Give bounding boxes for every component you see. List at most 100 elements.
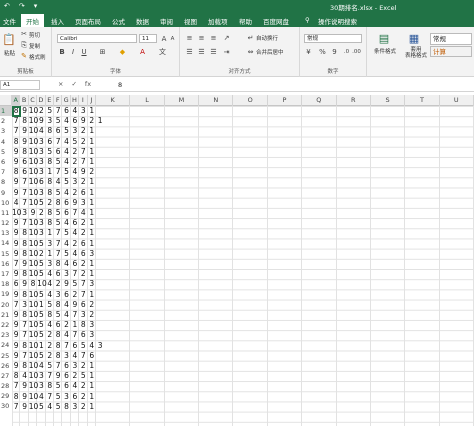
cell[interactable]: 7: [54, 239, 62, 249]
cell[interactable]: 6: [12, 279, 20, 289]
cell[interactable]: 5: [37, 290, 45, 300]
cell[interactable]: 7: [79, 290, 87, 300]
cell[interactable]: 9: [12, 320, 20, 330]
row-header[interactable]: 25: [0, 351, 12, 361]
cell[interactable]: 4: [46, 290, 54, 300]
cell[interactable]: 7: [71, 269, 79, 279]
cell[interactable]: 5: [62, 167, 70, 177]
cell[interactable]: 3: [88, 249, 96, 259]
cell[interactable]: 9: [79, 167, 87, 177]
cell[interactable]: 5: [46, 106, 54, 116]
cell[interactable]: 10: [29, 300, 39, 310]
comma-style-button[interactable]: 9: [330, 47, 339, 56]
cell[interactable]: 8: [54, 341, 62, 351]
cell[interactable]: 10: [29, 167, 39, 177]
cell[interactable]: 6: [71, 341, 79, 351]
cell[interactable]: 8: [20, 361, 28, 371]
row-header[interactable]: 4: [0, 137, 12, 147]
cell[interactable]: 7: [71, 330, 79, 340]
column-header-M[interactable]: M: [165, 95, 200, 106]
cell[interactable]: 8: [12, 392, 20, 402]
cell[interactable]: 1: [88, 177, 96, 187]
style-normal[interactable]: 常规: [430, 33, 472, 45]
column-header-N[interactable]: N: [199, 95, 234, 106]
cell[interactable]: 8: [54, 300, 62, 310]
currency-icon[interactable]: ¥: [304, 47, 313, 56]
cell[interactable]: 9: [12, 228, 20, 238]
cell[interactable]: 7: [46, 371, 54, 381]
cell[interactable]: 4: [46, 279, 54, 289]
cell[interactable]: 1: [71, 320, 79, 330]
cell[interactable]: 5: [54, 218, 62, 228]
cell[interactable]: 9: [20, 106, 28, 116]
cell[interactable]: 3: [46, 239, 54, 249]
cell[interactable]: 2: [88, 310, 96, 320]
cell[interactable]: 5: [54, 188, 62, 198]
tab-data[interactable]: 数据: [136, 16, 149, 26]
row-header[interactable]: 21: [0, 310, 12, 320]
row-header[interactable]: 26: [0, 361, 12, 371]
cell[interactable]: 7: [46, 392, 54, 402]
cell[interactable]: 4: [88, 341, 96, 351]
cell[interactable]: 7: [79, 147, 87, 157]
cell[interactable]: 6: [46, 137, 54, 147]
cut-button[interactable]: 剪切: [29, 31, 40, 39]
align-center-icon[interactable]: ☰: [197, 47, 206, 56]
cell[interactable]: 5: [37, 320, 45, 330]
cell[interactable]: 8: [20, 147, 28, 157]
cell[interactable]: 3: [96, 341, 104, 351]
cell[interactable]: 4: [71, 249, 79, 259]
cell[interactable]: 9: [62, 279, 70, 289]
cell[interactable]: 8: [79, 320, 87, 330]
cell[interactable]: 5: [46, 361, 54, 371]
cell[interactable]: 2: [79, 392, 87, 402]
cell[interactable]: 5: [62, 177, 70, 187]
cell[interactable]: 8: [12, 167, 20, 177]
cell[interactable]: 10: [29, 320, 39, 330]
cell[interactable]: 8: [20, 239, 28, 249]
cell[interactable]: 4: [37, 126, 45, 136]
cell[interactable]: 5: [79, 371, 87, 381]
cell[interactable]: 7: [12, 300, 20, 310]
cell[interactable]: 9: [20, 137, 28, 147]
tab-insert[interactable]: 插入: [51, 16, 64, 26]
tab-page-layout[interactable]: 页面布局: [75, 16, 101, 26]
cell[interactable]: 1: [88, 239, 96, 249]
cell[interactable]: 4: [71, 106, 79, 116]
cell[interactable]: 1: [88, 208, 96, 218]
cell[interactable]: 7: [20, 198, 28, 208]
cell[interactable]: 8: [54, 351, 62, 361]
cell[interactable]: 1: [88, 188, 96, 198]
percent-button[interactable]: %: [318, 47, 327, 56]
cell[interactable]: 2: [79, 402, 87, 412]
cell[interactable]: 3: [79, 198, 87, 208]
cell[interactable]: 7: [71, 208, 79, 218]
cell[interactable]: 2: [79, 137, 87, 147]
cell[interactable]: 7: [54, 137, 62, 147]
cell[interactable]: 8: [54, 330, 62, 340]
cell[interactable]: 10: [29, 228, 39, 238]
cell[interactable]: 5: [37, 310, 45, 320]
cell[interactable]: 3: [88, 279, 96, 289]
row-header[interactable]: 14: [0, 238, 12, 248]
cell[interactable]: 4: [12, 198, 20, 208]
cell[interactable]: 1: [37, 300, 45, 310]
cell[interactable]: 5: [37, 259, 45, 269]
cell[interactable]: 6: [62, 106, 70, 116]
formula-input[interactable]: 8: [118, 81, 122, 89]
enter-icon[interactable]: ✓: [71, 80, 76, 88]
cell[interactable]: 2: [79, 218, 87, 228]
cell[interactable]: 9: [12, 249, 20, 259]
cell[interactable]: 9: [12, 341, 20, 351]
cell[interactable]: 4: [71, 351, 79, 361]
cell[interactable]: 8: [46, 157, 54, 167]
wrap-text-button[interactable]: 自动换行: [256, 34, 278, 42]
cell[interactable]: 4: [46, 269, 54, 279]
cell[interactable]: 6: [20, 167, 28, 177]
row-header[interactable]: 27: [0, 371, 12, 381]
cell[interactable]: 3: [37, 228, 45, 238]
cell[interactable]: 4: [79, 208, 87, 218]
cell[interactable]: 5: [79, 341, 87, 351]
cell[interactable]: 8: [12, 371, 20, 381]
cell[interactable]: 3: [71, 361, 79, 371]
